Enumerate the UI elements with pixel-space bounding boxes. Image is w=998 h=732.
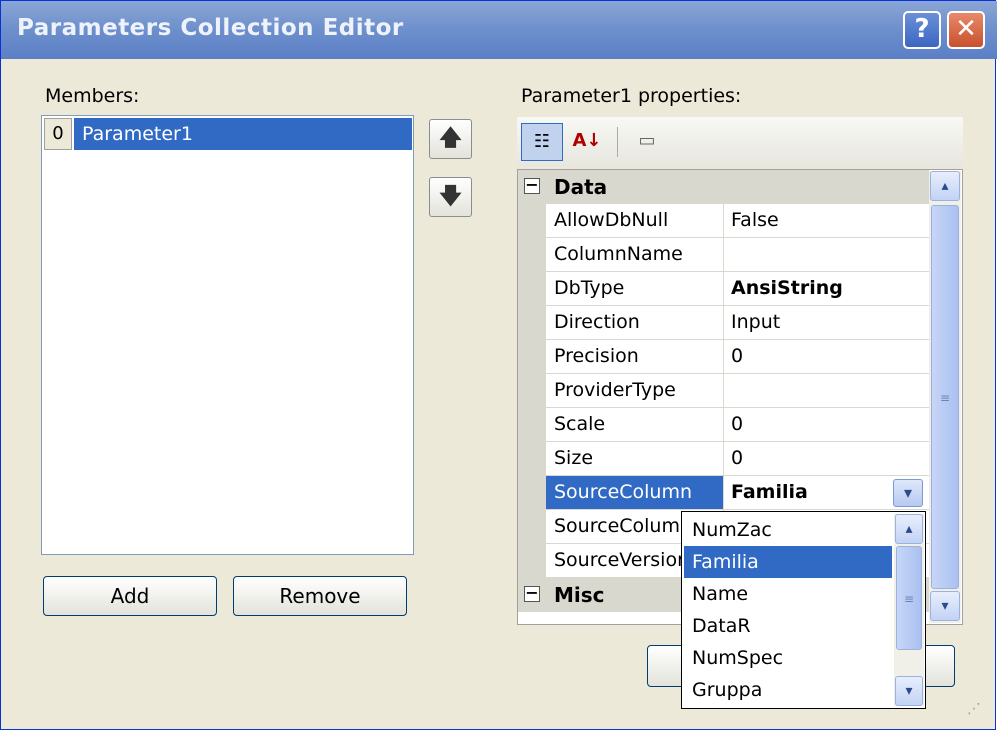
categorized-icon: ☷ [533,131,551,152]
list-item[interactable]: NumZac [684,514,892,546]
property-row-sourcecolumn[interactable]: SourceColumn Familia [546,476,929,510]
property-row-scale[interactable]: Scale 0 [546,408,929,442]
property-row-columnname[interactable]: ColumnName [546,238,929,272]
toolbar-separator [617,127,618,157]
property-row-providertype[interactable]: ProviderType [546,374,929,408]
property-name: Direction [546,306,724,339]
scroll-up-button[interactable]: ▴ [895,514,923,544]
property-value[interactable]: False [725,204,929,237]
property-value[interactable]: 0 [725,408,929,441]
list-item[interactable]: Name [684,578,892,610]
scroll-down-button[interactable]: ▾ [895,676,923,706]
property-row-direction[interactable]: Direction Input [546,306,929,340]
property-name: DbType [546,272,724,305]
property-value[interactable] [725,374,929,407]
property-value[interactable] [725,238,929,271]
window-title: Parameters Collection Editor [17,15,404,41]
property-name: ColumnName [546,238,724,271]
scroll-down-button[interactable]: ▾ [930,591,960,621]
property-name: SourceColumn [546,476,724,509]
scroll-up-button[interactable]: ▴ [930,171,960,201]
parameters-collection-editor-dialog: Parameters Collection Editor ? ✕ Members… [0,0,997,730]
members-listbox[interactable]: 0 Parameter1 [41,115,414,555]
category-data[interactable]: − Data [518,170,929,204]
categorized-button[interactable]: ☷ [521,123,563,161]
arrow-up-icon: 🡅 [439,126,462,151]
property-value[interactable]: AnsiString [725,272,929,305]
close-icon: ✕ [955,14,977,44]
property-row-precision[interactable]: Precision 0 [546,340,929,374]
move-up-button[interactable]: 🡅 [429,119,472,159]
scroll-thumb[interactable]: ≡ [896,546,922,650]
help-button[interactable]: ? [903,11,941,49]
property-row-size[interactable]: Size 0 [546,442,929,476]
dropdown-scrollbar[interactable]: ▴ ≡ ▾ [894,514,924,706]
property-name: ProviderType [546,374,724,407]
list-item[interactable]: 0 Parameter1 [44,118,412,150]
property-name: AllowDbNull [546,204,724,237]
grip-icon: ≡ [903,592,915,606]
property-name: Precision [546,340,724,373]
property-row-allowdbnull[interactable]: AllowDbNull False [546,204,929,238]
property-value[interactable]: 0 [725,340,929,373]
property-pages-button[interactable]: ▭ [627,123,667,161]
property-grid-scrollbar[interactable]: ▴ ≡ ▾ [929,171,961,623]
chevron-down-icon: ▾ [905,683,913,699]
category-name: Misc [554,583,605,607]
sourcecolumn-dropdown-button[interactable]: ▾ [893,479,923,507]
list-item[interactable]: Gruppa [684,674,892,706]
move-down-button[interactable]: 🡇 [429,177,472,217]
property-value[interactable]: Input [725,306,929,339]
list-item[interactable]: DataR [684,610,892,642]
list-item-selected[interactable]: Familia [684,546,892,578]
sourcecolumn-dropdown-list[interactable]: NumZac Familia Name DataR NumSpec Gruppa… [681,511,926,709]
category-name: Data [554,175,608,199]
property-value[interactable]: 0 [725,442,929,475]
resize-grip-icon[interactable]: ⋰ [967,701,991,725]
list-item[interactable]: NumSpec [684,642,892,674]
property-row-dbtype[interactable]: DbType AnsiString [546,272,929,306]
chevron-up-icon: ▴ [905,521,913,537]
property-grid-toolbar: ☷ A↓ ▭ [517,117,963,167]
arrow-down-icon: 🡇 [439,184,462,209]
properties-label: Parameter1 properties: [521,85,742,107]
chevron-up-icon: ▴ [941,178,949,194]
title-bar[interactable]: Parameters Collection Editor ? ✕ [1,1,997,59]
scroll-thumb[interactable]: ≡ [931,205,959,589]
remove-button[interactable]: Remove [233,576,407,616]
member-index: 0 [44,118,72,150]
member-name: Parameter1 [74,118,412,150]
alphabetical-sort-icon: A↓ [572,130,602,151]
alphabetical-button[interactable]: A↓ [567,123,607,161]
property-pages-icon: ▭ [638,130,656,151]
close-button[interactable]: ✕ [947,11,985,49]
chevron-down-icon: ▾ [903,483,913,502]
property-name: Scale [546,408,724,441]
collapse-icon[interactable]: − [524,585,540,602]
collapse-icon[interactable]: − [524,177,540,194]
property-name: Size [546,442,724,475]
grid-margin [518,204,546,578]
chevron-down-icon: ▾ [941,598,949,614]
grip-icon: ≡ [939,391,951,405]
members-label: Members: [45,85,140,107]
add-button[interactable]: Add [43,576,217,616]
help-icon: ? [914,14,930,44]
